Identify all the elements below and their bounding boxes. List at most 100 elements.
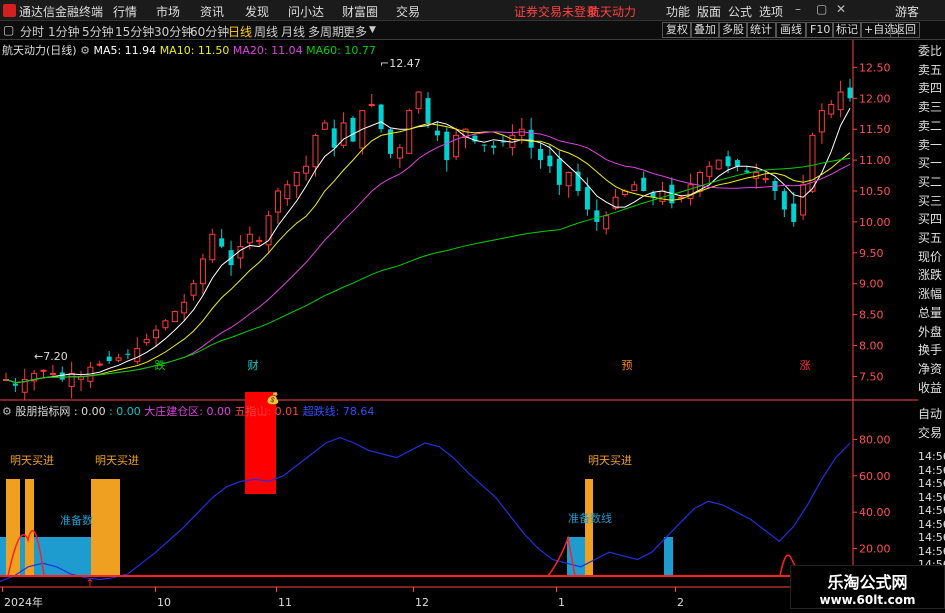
side-item-4[interactable]: 卖二 (918, 119, 945, 133)
candle-body (49, 372, 56, 375)
side-item-15[interactable]: 外盘 (918, 325, 945, 339)
indicator-settings-icon[interactable]: ⚙ (2, 405, 12, 418)
candle-body (125, 353, 131, 355)
side-item-10[interactable]: 买五 (918, 231, 945, 245)
menu-news[interactable]: 资讯 (200, 3, 224, 20)
menu-options[interactable]: 选项 (759, 3, 783, 20)
event-marker-0: 跌 (155, 358, 166, 372)
menu-layout[interactable]: 版面 (697, 3, 721, 20)
menu-discover[interactable]: 发现 (245, 3, 269, 20)
tab-60min[interactable]: 60分钟 (190, 23, 229, 40)
side-item-9[interactable]: 买四 (918, 212, 945, 226)
candle-body (734, 160, 740, 167)
ma5-label: MA5: 11.94 (93, 44, 157, 57)
candle-body (293, 171, 300, 187)
user-label[interactable]: 游客 (895, 3, 919, 20)
side-time-0: 14:56 (918, 450, 945, 463)
price-tick-label: 8.00 (859, 340, 884, 353)
ma10-line (5, 123, 851, 384)
menu-formula[interactable]: 公式 (728, 3, 752, 20)
side-item-13[interactable]: 涨幅 (918, 287, 945, 301)
side-time-2: 14:56 (918, 477, 945, 490)
menu-quotes[interactable]: 行情 (113, 3, 137, 20)
side-item-14[interactable]: 总量 (918, 306, 945, 320)
tab-intraday[interactable]: 分时 (20, 23, 44, 40)
side-time-3: 14:56 (918, 490, 945, 504)
watermark-url: www.60lt.com (819, 593, 916, 607)
menu-market[interactable]: 市场 (156, 3, 180, 20)
side-item-12[interactable]: 涨跌 (918, 268, 945, 282)
menu-ask[interactable]: 问小达 (288, 3, 324, 20)
buy-text-1: 明天买进 (10, 454, 54, 467)
side-item-11[interactable]: 现价 (918, 250, 945, 264)
close-icon[interactable]: ✕ (836, 2, 846, 16)
menu-function[interactable]: 功能 (666, 3, 690, 20)
back-button[interactable]: 返回 (890, 22, 920, 38)
multi-stock-button[interactable]: 多股 (718, 22, 748, 38)
tab-15min[interactable]: 15分钟 (115, 23, 154, 40)
buy-bar-0 (6, 479, 20, 577)
side-item-6[interactable]: 买一 (918, 156, 945, 170)
buy-bar-2 (91, 479, 120, 577)
candle-body (181, 301, 188, 314)
indicator-tick-label: 40.00 (859, 506, 891, 519)
candle-body (350, 117, 356, 142)
indicator-name: 股朋指标网 (15, 405, 71, 418)
side-item-20[interactable]: 交易 (918, 426, 945, 440)
f10-button[interactable]: F10 (806, 22, 835, 38)
side-item-18[interactable]: 收益 (918, 381, 945, 395)
tab-daily[interactable]: 日线 (228, 23, 252, 40)
login-warning[interactable]: 证券交易未登录 (514, 3, 598, 20)
candle-body (219, 238, 225, 247)
side-time-1: 14:56 (918, 463, 945, 477)
tab-more[interactable]: 更多 (343, 23, 367, 40)
side-item-0[interactable]: 委比 (918, 44, 945, 58)
candle-body (171, 311, 178, 323)
candle-body (143, 338, 150, 344)
indicator-tick-label: 20.00 (859, 543, 891, 556)
menu-trade[interactable]: 交易 (396, 3, 420, 20)
price-tick-label: 8.50 (859, 309, 884, 322)
side-item-19[interactable]: 自动 (918, 407, 945, 421)
candle-body (303, 165, 310, 174)
side-item-1[interactable]: 卖五 (918, 63, 945, 77)
side-time-6: 14:56 (918, 531, 945, 544)
chart-area[interactable]: 12.50 12.00 11.50 11.00 10.50 10.00 9.50 9.00 8.… (0, 40, 918, 609)
watermark-title: 乐淘公式网 (827, 573, 908, 592)
tab-monthly[interactable]: 月线 (281, 23, 305, 40)
draw-line-button[interactable]: 画线 (776, 22, 806, 38)
tab-1min[interactable]: 1分钟 (48, 23, 80, 40)
side-time-7: 14:56 (918, 544, 945, 558)
tab-weekly[interactable]: 周线 (254, 23, 278, 40)
side-item-2[interactable]: 卖四 (918, 81, 945, 95)
statistics-button[interactable]: 统计 (746, 22, 776, 38)
candle-body (781, 191, 787, 210)
restore-rights-button[interactable]: 复权 (662, 22, 692, 38)
restore-icon[interactable]: ▢ (816, 2, 827, 16)
ma20-line (5, 131, 851, 384)
side-item-8[interactable]: 买三 (918, 194, 945, 208)
side-item-5[interactable]: 卖一 (918, 138, 945, 152)
tab-5min[interactable]: 5分钟 (82, 23, 114, 40)
price-tick-label: 9.50 (859, 247, 884, 260)
menu-wealth[interactable]: 财富圈 (342, 3, 378, 20)
candle-body (162, 320, 169, 329)
price-tick-label: 7.50 (859, 370, 884, 383)
side-item-3[interactable]: 卖三 (918, 100, 945, 114)
prepare-text-1: 准备数 (60, 513, 93, 527)
buy-text-3: 明天买进 (588, 454, 632, 467)
overlay-button[interactable]: 叠加 (690, 22, 720, 38)
side-item-17[interactable]: 净资 (918, 362, 945, 376)
minimize-icon[interactable]: – (795, 2, 801, 16)
candle-body (106, 356, 112, 361)
settings-icon[interactable]: ⚙ (80, 44, 90, 57)
mark-button[interactable]: 标记 (832, 22, 862, 38)
tab-multi-period[interactable]: 多周期 (308, 23, 344, 40)
side-item-7[interactable]: 买二 (918, 175, 945, 189)
side-time-5: 14:56 (918, 517, 945, 531)
side-item-16[interactable]: 换手 (918, 343, 945, 357)
tab-menu-icon[interactable]: ▢ (3, 23, 14, 37)
tab-30min[interactable]: 30分钟 (154, 23, 193, 40)
candle-body (256, 239, 263, 243)
more-dropdown-icon[interactable]: ▼ (369, 25, 376, 35)
